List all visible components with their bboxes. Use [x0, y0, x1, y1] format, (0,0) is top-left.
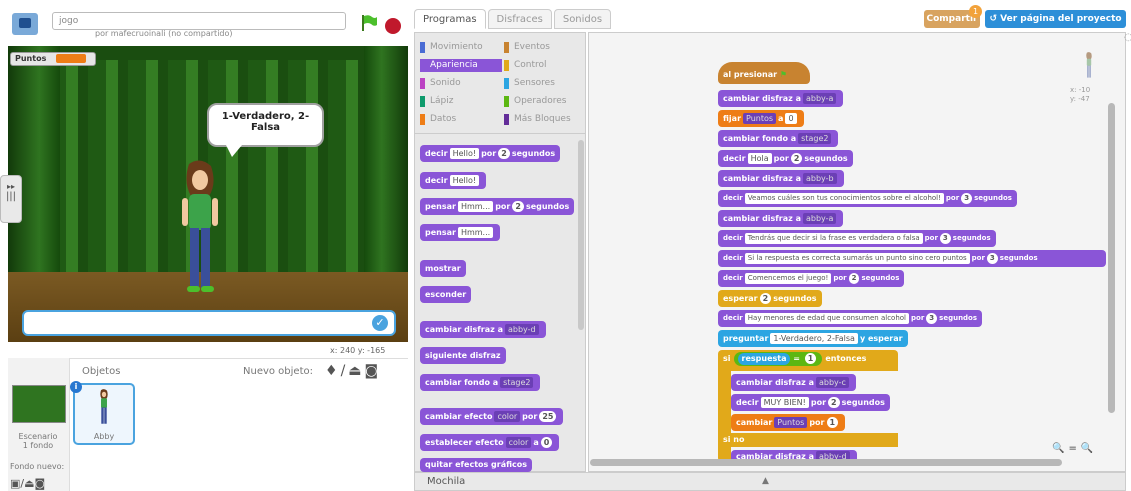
- script-block-10[interactable]: decir Comencemos el juego! por 2 segundos: [718, 270, 905, 287]
- palette-clear-effects-block[interactable]: quitar efectos gráficos: [420, 458, 533, 472]
- script-when-flag-hat[interactable]: al presionar ⚑: [718, 62, 810, 84]
- palette-scrollbar[interactable]: [578, 140, 584, 330]
- share-badge: 1: [969, 5, 982, 18]
- project-icon[interactable]: [12, 13, 38, 35]
- stage-label: Escenario 1 fondo: [18, 432, 58, 450]
- sprite-camera-icon[interactable]: ◙: [365, 363, 382, 379]
- script-else-label: si no: [723, 435, 745, 444]
- script-block-12[interactable]: decir Hay menores de edad que consumen al…: [718, 310, 983, 327]
- category-pen[interactable]: Lápiz: [420, 95, 453, 108]
- script-block-6[interactable]: decir Veamos cuáles son tus conocimientos…: [718, 190, 1017, 207]
- palette-set-effect-block[interactable]: establecer efecto color a 0: [420, 434, 560, 451]
- script-block-11[interactable]: esperar 2 segundos: [718, 290, 822, 307]
- script-horizontal-scrollbar[interactable]: [590, 459, 1062, 466]
- palette-say-block[interactable]: decir Hello!: [420, 172, 487, 189]
- category-looks[interactable]: Apariencia: [420, 59, 502, 72]
- script-block-2[interactable]: fijar Puntos a 0: [718, 110, 804, 127]
- palette-hide-block[interactable]: esconder: [420, 286, 472, 303]
- category-motion[interactable]: Movimiento: [420, 41, 483, 54]
- script-block-3[interactable]: cambiar fondo a stage2: [718, 130, 839, 147]
- new-backdrop-label: Fondo nuevo:: [10, 462, 65, 471]
- category-events[interactable]: Eventos: [504, 41, 550, 54]
- script-block-1[interactable]: cambiar disfraz a abby-a: [718, 90, 844, 107]
- script-block-5[interactable]: cambiar disfraz a abby-b: [718, 170, 844, 187]
- palette-divider: [414, 133, 586, 134]
- palette-switch-costume-block[interactable]: cambiar disfraz a abby-d: [420, 321, 546, 338]
- tab-scripts[interactable]: Programas: [414, 9, 486, 29]
- script-vertical-scrollbar[interactable]: [1108, 103, 1115, 413]
- sprite-card-abby[interactable]: Abby: [73, 383, 135, 445]
- category-sensing[interactable]: Sensores: [504, 77, 555, 90]
- script-block-13[interactable]: preguntar 1-Verdadero, 2-Falsa y esperar: [718, 330, 908, 347]
- script-block-17[interactable]: cambiar Puntos por 1: [731, 414, 846, 431]
- stage-mouse-coords: x: 240 y: -165: [330, 346, 386, 355]
- palette-think-for-block[interactable]: pensar Hmm... por 2 segundos: [420, 198, 575, 215]
- new-sprite-label: Nuevo objeto:: [243, 366, 313, 377]
- backdrop-camera-icon[interactable]: ◙: [35, 477, 46, 490]
- new-sprite-tools[interactable]: ♦/⏏◙: [325, 363, 381, 379]
- stage-column: [8, 358, 70, 491]
- backdrop-library-icon[interactable]: ▣: [10, 477, 20, 490]
- sprite-name: Abby: [93, 432, 115, 441]
- stage-resize-handle[interactable]: ▸▸ |||: [0, 175, 22, 223]
- tab-sounds[interactable]: Sonidos: [553, 9, 612, 29]
- script-block-16[interactable]: decir MUY BIEN! por 2 segundos: [731, 394, 890, 411]
- ask-submit-check-icon[interactable]: ✓: [372, 315, 388, 331]
- tab-costumes[interactable]: Disfraces: [487, 9, 552, 29]
- variable-monitor[interactable]: Puntos: [10, 52, 96, 66]
- category-more-blocks[interactable]: Más Bloques: [504, 113, 571, 126]
- sprite-position-readout: x: -10 y: -47: [1070, 86, 1091, 103]
- backpack-bar[interactable]: Mochila: [414, 472, 1126, 491]
- variable-name: Puntos: [15, 54, 47, 63]
- category-control[interactable]: Control: [504, 59, 547, 72]
- sprite-upload-icon[interactable]: ⏏: [348, 363, 364, 379]
- category-sound[interactable]: Sonido: [420, 77, 461, 90]
- see-page-icon: ↺: [989, 14, 1001, 24]
- abby-thumbnail-icon: [100, 389, 108, 424]
- sprites-header: Objetos: [82, 366, 121, 377]
- ask-answer-input[interactable]: [22, 310, 396, 336]
- palette-change-effect-block[interactable]: cambiar efecto color por 25: [420, 408, 564, 425]
- hat-green-flag-icon: ⚑: [779, 70, 788, 79]
- palette-think-block[interactable]: pensar Hmm...: [420, 224, 501, 241]
- variable-value: [56, 54, 87, 63]
- sprite-info-icon[interactable]: i: [70, 381, 82, 393]
- see-project-page-button[interactable]: ↺ Ver página del proyecto: [985, 10, 1126, 28]
- project-title-input[interactable]: jogo: [52, 12, 346, 30]
- backpack-expand-icon[interactable]: ▲: [762, 476, 769, 486]
- project-owner: por mafecruoinali (no compartido): [95, 29, 233, 38]
- zoom-out-icon[interactable]: 🔍: [1052, 443, 1068, 454]
- category-operators[interactable]: Operadores: [504, 95, 567, 108]
- zoom-controls[interactable]: 🔍=🔍: [1052, 443, 1097, 454]
- stop-button[interactable]: [385, 18, 401, 34]
- current-sprite-icon: [1086, 52, 1092, 78]
- script-area-edge-icon: ◌: [1124, 32, 1131, 43]
- editor-tabs: Programas Disfraces Sonidos: [414, 9, 613, 31]
- script-if-header: si respuesta = 1 entonces: [718, 350, 871, 367]
- category-data[interactable]: Datos: [420, 113, 456, 126]
- abby-sprite[interactable]: [177, 160, 223, 300]
- if-condition[interactable]: respuesta = 1: [733, 352, 823, 366]
- palette-next-costume-block[interactable]: siguiente disfraz: [420, 347, 506, 364]
- backdrop-upload-icon[interactable]: ⏏: [24, 477, 34, 490]
- palette-switch-backdrop-block[interactable]: cambiar fondo a stage2: [420, 374, 541, 391]
- green-flag-icon[interactable]: [360, 14, 378, 32]
- script-block-9[interactable]: decir Si la respuesta es correcta sumarás…: [718, 250, 1106, 267]
- script-block-15[interactable]: cambiar disfraz a abby-c: [731, 374, 856, 391]
- curtain-right: [364, 46, 408, 306]
- palette-show-block[interactable]: mostrar: [420, 260, 466, 277]
- zoom-in-icon[interactable]: 🔍: [1081, 443, 1097, 454]
- palette-say-for-block[interactable]: decir Hello! por 2 segundos: [420, 145, 561, 162]
- script-block-4[interactable]: decir Hola por 2 segundos: [718, 150, 853, 167]
- sprite-library-icon[interactable]: ♦: [325, 363, 341, 379]
- script-block-7[interactable]: cambiar disfraz a abby-a: [718, 210, 844, 227]
- script-block-8[interactable]: decir Tendrás que decir si la frase es ve…: [718, 230, 996, 247]
- new-backdrop-tools[interactable]: ▣/⏏◙: [10, 477, 45, 490]
- zoom-reset-icon[interactable]: =: [1068, 443, 1080, 454]
- speech-bubble-tail: [226, 145, 242, 157]
- speech-bubble: 1-Verdadero, 2-Falsa: [207, 103, 324, 147]
- stage-thumbnail[interactable]: [12, 385, 66, 423]
